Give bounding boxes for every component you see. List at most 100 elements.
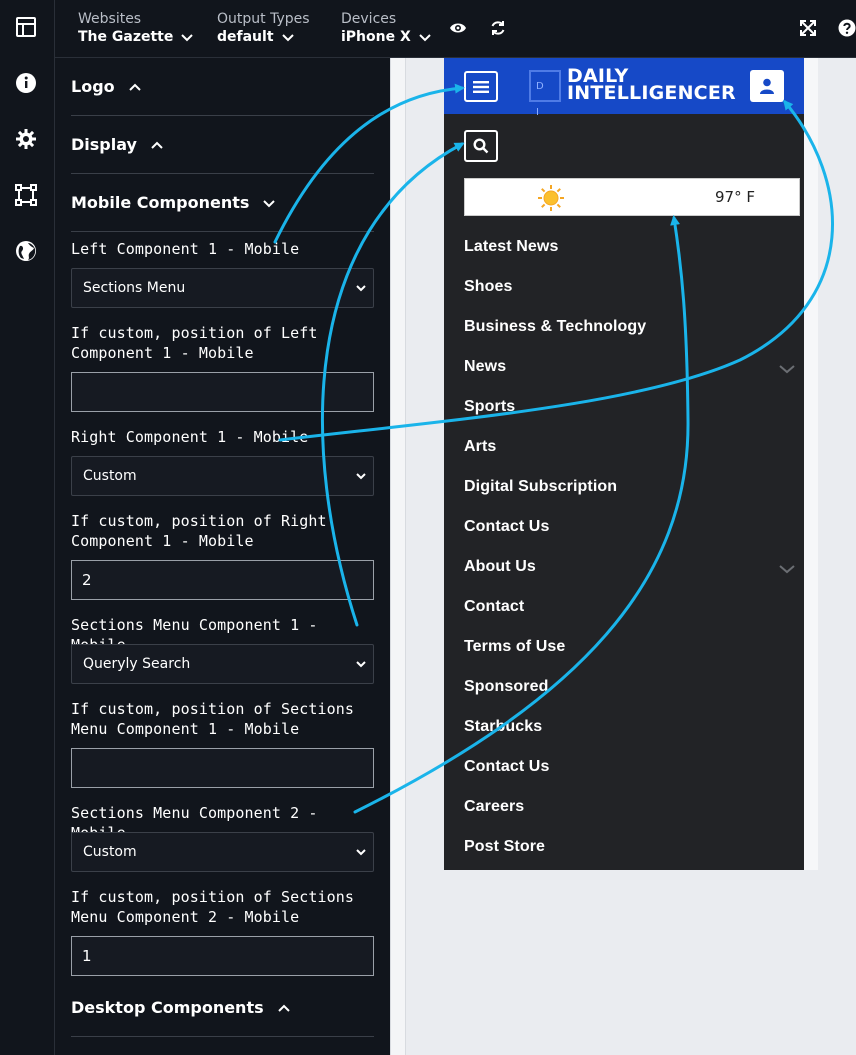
left-component-select[interactable]: Sections Menu bbox=[71, 268, 374, 308]
logo-mark: D I bbox=[529, 70, 561, 118]
right-custom-position-input[interactable]: 2 bbox=[71, 560, 374, 600]
nav-item-label: Digital Subscription bbox=[464, 478, 618, 495]
search-icon[interactable] bbox=[464, 130, 498, 162]
gear-icon[interactable] bbox=[14, 127, 38, 151]
nav-item[interactable]: Terms of Use bbox=[464, 638, 794, 662]
nav-item[interactable]: Contact Us bbox=[464, 758, 794, 782]
site-logo[interactable]: DAILY INTELLIGENCER bbox=[567, 67, 736, 104]
nav-item-label: Business & Technology bbox=[464, 318, 647, 335]
nav-item-label: About Us bbox=[464, 558, 536, 575]
chevron-down-icon bbox=[356, 473, 366, 480]
refresh-icon[interactable] bbox=[488, 18, 508, 38]
info-icon[interactable] bbox=[14, 71, 38, 95]
right-custom-position-label: If custom, position of Right Component 1… bbox=[71, 512, 327, 550]
logo-line-2: INTELLIGENCER bbox=[567, 82, 736, 104]
chevron-down-icon bbox=[281, 33, 294, 41]
nav-item[interactable]: Sponsored bbox=[464, 678, 794, 702]
chevron-down-icon bbox=[356, 661, 366, 668]
sections-menu-1-select[interactable]: Queryly Search bbox=[71, 644, 374, 684]
section-title: Logo bbox=[71, 77, 115, 96]
chevron-down-icon bbox=[419, 33, 431, 41]
temperature: 97° F bbox=[715, 188, 755, 206]
devices-label: Devices bbox=[341, 11, 397, 27]
nav-item[interactable]: Sports bbox=[464, 398, 794, 422]
sections-menu-1-custom-label: If custom, position of Sections Menu Com… bbox=[71, 700, 355, 738]
nav-item-label: Starbucks bbox=[464, 718, 543, 735]
nav-item[interactable]: Digital Subscription bbox=[464, 478, 794, 502]
select-value: Custom bbox=[83, 468, 137, 484]
top-bar: Websites The Gazette Output Types defaul… bbox=[55, 0, 856, 58]
websites-value: The Gazette bbox=[78, 29, 174, 45]
nav-item-label: Post Store bbox=[464, 838, 546, 855]
output-types-label: Output Types bbox=[217, 11, 310, 27]
help-icon[interactable] bbox=[837, 18, 856, 38]
chevron-up-icon bbox=[151, 141, 163, 149]
frame-icon[interactable] bbox=[14, 183, 38, 207]
logo-mark-text: D I bbox=[536, 81, 549, 118]
user-icon[interactable] bbox=[750, 70, 784, 102]
nav-item-label: Sponsored bbox=[464, 678, 549, 695]
select-value: Queryly Search bbox=[83, 656, 191, 672]
select-value: Sections Menu bbox=[83, 280, 186, 296]
icon-rail bbox=[0, 0, 55, 1055]
desktop-components-section-header[interactable]: Desktop Components bbox=[71, 979, 374, 1037]
chevron-down-icon bbox=[356, 849, 366, 856]
left-component-label: Left Component 1 - Mobile bbox=[71, 240, 300, 258]
sections-menu-1-custom-input[interactable] bbox=[71, 748, 374, 788]
nav-item-label: Contact bbox=[464, 598, 525, 615]
sun-icon bbox=[538, 185, 564, 211]
chevron-down-icon bbox=[263, 199, 276, 207]
websites-label: Websites bbox=[78, 11, 142, 27]
chevron-down-icon[interactable] bbox=[778, 562, 796, 576]
nav-item[interactable]: About Us bbox=[464, 558, 796, 582]
nav-item[interactable]: Post Store bbox=[464, 838, 794, 862]
nav-item-label: Shoes bbox=[464, 278, 513, 295]
globe-icon[interactable] bbox=[14, 239, 38, 263]
nav-item-label: Arts bbox=[464, 438, 497, 455]
nav-item[interactable]: Shoes bbox=[464, 278, 794, 302]
output-types-dropdown[interactable]: Output Types default bbox=[217, 11, 310, 47]
nav-item-label: Contact Us bbox=[464, 518, 550, 535]
nav-item[interactable]: Arts bbox=[464, 438, 794, 462]
nav-item-label: Sports bbox=[464, 398, 516, 415]
nav-item-label: Latest News bbox=[464, 238, 559, 255]
nav-item[interactable]: Starbucks bbox=[464, 718, 794, 742]
nav-item[interactable]: Business & Technology bbox=[464, 318, 794, 342]
right-component-select[interactable]: Custom bbox=[71, 456, 374, 496]
expand-icon[interactable] bbox=[798, 18, 818, 38]
section-title: Display bbox=[71, 135, 137, 154]
nav-item-label: Careers bbox=[464, 798, 525, 815]
nav-item-label: Terms of Use bbox=[464, 638, 566, 655]
table-icon[interactable] bbox=[14, 15, 38, 39]
section-title: Desktop Components bbox=[71, 998, 264, 1017]
nav-item[interactable]: Careers bbox=[464, 798, 794, 822]
nav-item[interactable]: Contact bbox=[464, 598, 794, 622]
nav-item[interactable]: Contact Us bbox=[464, 518, 794, 542]
site-header: D I DAILY INTELLIGENCER bbox=[444, 58, 804, 118]
chevron-up-icon bbox=[128, 83, 141, 91]
select-value: Custom bbox=[83, 844, 137, 860]
sections-menu-2-select[interactable]: Custom bbox=[71, 832, 374, 872]
devices-dropdown[interactable]: Devices iPhone X bbox=[341, 11, 431, 47]
sections-menu-2-custom-label: If custom, position of Sections Menu Com… bbox=[71, 888, 355, 926]
sections-menu-2-custom-input[interactable]: 1 bbox=[71, 936, 374, 976]
devices-value: iPhone X bbox=[341, 29, 411, 45]
right-component-label: Right Component 1 - Mobile bbox=[71, 428, 309, 446]
nav-item-label: Contact Us bbox=[464, 758, 550, 775]
chevron-down-icon bbox=[356, 285, 366, 292]
nav-item[interactable]: Latest News bbox=[464, 238, 794, 262]
nav-item-label: News bbox=[464, 358, 507, 375]
left-custom-position-label: If custom, position of Left Component 1 … bbox=[71, 324, 318, 362]
eye-icon[interactable] bbox=[448, 18, 468, 38]
mobile-components-section-header[interactable]: Mobile Components bbox=[71, 174, 374, 232]
websites-dropdown[interactable]: Websites The Gazette bbox=[78, 11, 194, 47]
chevron-up-icon bbox=[277, 1004, 290, 1012]
hamburger-menu-icon[interactable] bbox=[464, 71, 498, 102]
display-section-header[interactable]: Display bbox=[71, 116, 374, 174]
output-types-value: default bbox=[217, 29, 274, 45]
nav-item[interactable]: News bbox=[464, 358, 796, 382]
chevron-down-icon[interactable] bbox=[778, 362, 796, 376]
logo-section-header[interactable]: Logo bbox=[71, 58, 374, 116]
left-custom-position-input[interactable] bbox=[71, 372, 374, 412]
chevron-down-icon bbox=[181, 33, 194, 41]
